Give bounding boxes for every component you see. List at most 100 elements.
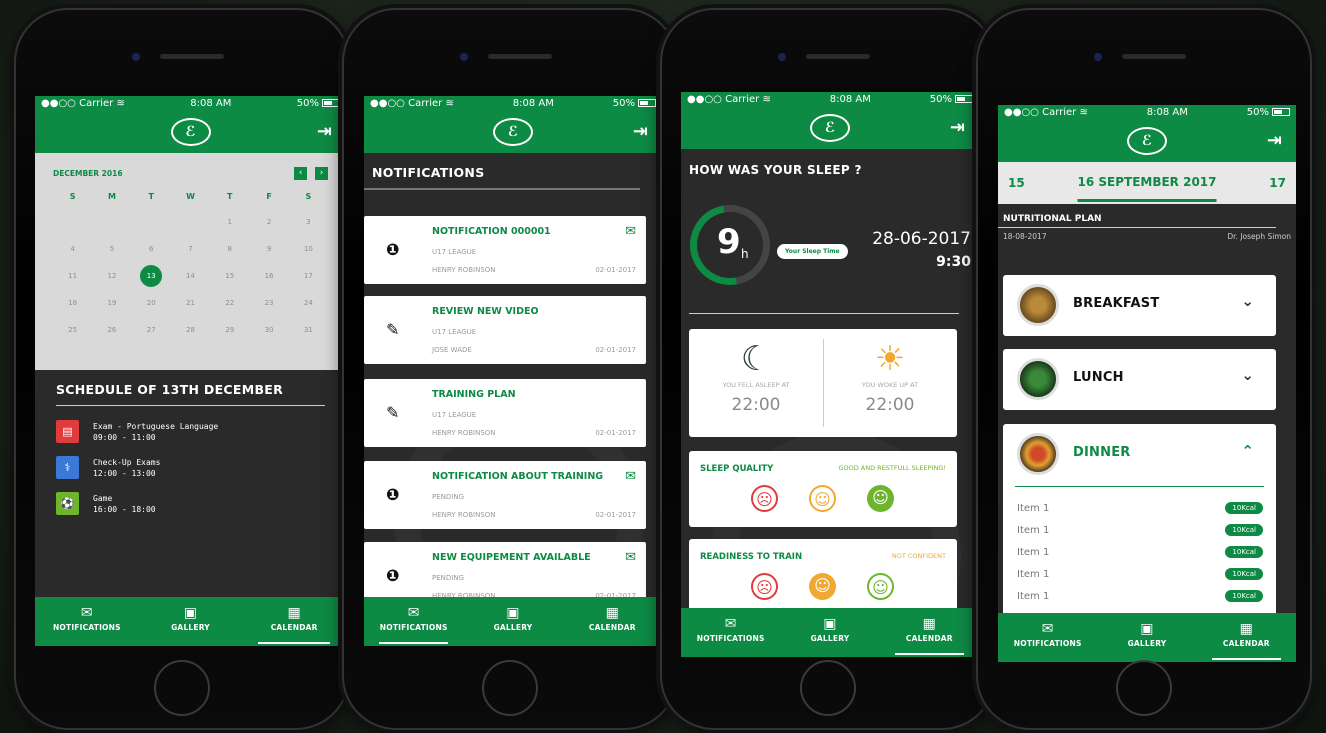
- tab-calendar[interactable]: ▦ CALENDAR: [242, 597, 346, 646]
- calendar-day[interactable]: 21: [171, 290, 210, 317]
- woke-up-label: YOU WOKE UP AT: [861, 381, 919, 389]
- schedule-event[interactable]: ▤ Exam - Portuguese Language 09:00 - 11:00: [56, 420, 325, 443]
- notification-card[interactable]: ✎ REVIEW NEW VIDEO U17 LEAGUE JOSE WADE 02-0…: [364, 296, 646, 364]
- logout-icon[interactable]: ⇥: [950, 117, 965, 138]
- happy-face-icon[interactable]: ☺: [867, 485, 894, 512]
- calendar-day[interactable]: 9: [249, 236, 288, 263]
- calendar-day[interactable]: 11: [53, 263, 92, 290]
- chevron-up-icon[interactable]: ⌃: [1241, 442, 1254, 460]
- chevron-down-icon[interactable]: ⌄: [1241, 366, 1254, 384]
- calendar-icon: ▦: [605, 605, 620, 621]
- calendar-day[interactable]: 5: [92, 236, 131, 263]
- selected-day[interactable]: 13: [132, 263, 171, 290]
- calendar-day[interactable]: 16: [249, 263, 288, 290]
- tab-notifications[interactable]: ✉ NOTIFICATIONS: [998, 613, 1097, 662]
- calendar-day[interactable]: 15: [210, 263, 249, 290]
- calendar-month: DECEMBER 2016: [53, 168, 123, 178]
- battery-level: 50%: [612, 98, 635, 109]
- calendar-day[interactable]: 12: [92, 263, 131, 290]
- calendar-day[interactable]: 24: [289, 290, 328, 317]
- fell-asleep-label: YOU FELL ASLEEP AT: [722, 381, 790, 389]
- calendar-day[interactable]: 3: [289, 209, 328, 236]
- happy-face-icon[interactable]: ☺: [867, 573, 894, 600]
- dinner-photo: [1017, 433, 1059, 475]
- speaker: [160, 54, 224, 59]
- calendar-day[interactable]: 20: [132, 290, 171, 317]
- film-icon: ▣: [1140, 621, 1154, 637]
- speaker: [806, 54, 870, 59]
- prev-date[interactable]: 15: [1008, 176, 1025, 190]
- status-bar: ●●○○ Carrier ≋ 8:08 AM 50%: [35, 96, 346, 111]
- schedule-event[interactable]: ⚕ Check-Up Exams 12:00 - 13:00: [56, 456, 325, 479]
- tab-gallery[interactable]: ▣ GALLERY: [1097, 613, 1196, 662]
- notification-card[interactable]: ✎ TRAINING PLAN U17 LEAGUE HENRY ROBINSON 02…: [364, 379, 646, 447]
- tab-notifications[interactable]: ✉ NOTIFICATIONS: [364, 597, 463, 646]
- fell-asleep-column: ☾ YOU FELL ASLEEP AT 22:00: [689, 329, 823, 437]
- weekday-header: M: [107, 192, 116, 201]
- neutral-face-icon[interactable]: ☺: [809, 573, 836, 600]
- notification-author: HENRY ROBINSON: [432, 266, 496, 274]
- envelope-icon: ✉: [625, 469, 636, 484]
- tab-calendar[interactable]: ▦ CALENDAR: [880, 608, 979, 657]
- tab-gallery[interactable]: ▣ GALLERY: [463, 597, 562, 646]
- calendar-day[interactable]: 30: [249, 317, 288, 344]
- next-month-button[interactable]: ›: [315, 166, 328, 180]
- logout-icon[interactable]: ⇥: [633, 121, 648, 142]
- logout-icon[interactable]: ⇥: [1267, 130, 1282, 151]
- info-icon: ❶: [386, 485, 400, 504]
- meal-dinner[interactable]: DINNER ⌃ Item 1 10Kcal Item 1 10Kcal Item 1 1…: [1003, 424, 1276, 624]
- prev-month-button[interactable]: ‹: [294, 166, 307, 180]
- tab-notifications[interactable]: ✉ NOTIFICATIONS: [35, 597, 139, 646]
- tab-notifications[interactable]: ✉ NOTIFICATIONS: [681, 608, 780, 657]
- next-date[interactable]: 17: [1269, 176, 1286, 190]
- calendar-day[interactable]: 17: [289, 263, 328, 290]
- calendar-day[interactable]: 14: [171, 263, 210, 290]
- sun-icon: ☀: [874, 339, 906, 379]
- calendar-day[interactable]: 6: [132, 236, 171, 263]
- notification-card[interactable]: ❶ NOTIFICATION ABOUT TRAINING PENDING HENRY…: [364, 461, 646, 529]
- envelope-icon: ✉: [1041, 621, 1054, 637]
- home-button[interactable]: [154, 660, 210, 716]
- status-bar: ●●○○ Carrier ≋ 8:08 AM 50%: [998, 105, 1296, 120]
- notification-card[interactable]: ❶ NOTIFICATION 000001 U17 LEAGUE HENRY ROBI…: [364, 216, 646, 284]
- chevron-down-icon[interactable]: ⌄: [1241, 292, 1254, 310]
- calendar-day[interactable]: 1: [210, 209, 249, 236]
- calendar-day[interactable]: 10: [289, 236, 328, 263]
- home-button[interactable]: [482, 660, 538, 716]
- home-button[interactable]: [1116, 660, 1172, 716]
- sad-face-icon[interactable]: ☹: [751, 573, 778, 600]
- weekday-header: T: [227, 192, 233, 201]
- calendar-day[interactable]: 7: [171, 236, 210, 263]
- meal-breakfast[interactable]: BREAKFAST ⌄: [1003, 275, 1276, 336]
- calendar-day[interactable]: 18: [53, 290, 92, 317]
- meal-lunch[interactable]: LUNCH ⌄: [1003, 349, 1276, 410]
- tab-calendar[interactable]: ▦ CALENDAR: [1197, 613, 1296, 662]
- calendar-day[interactable]: 19: [92, 290, 131, 317]
- sleep-times-card: ☾ YOU FELL ASLEEP AT 22:00 ☀ YOU WOKE UP…: [689, 329, 957, 437]
- calendar-day[interactable]: 31: [289, 317, 328, 344]
- tab-gallery[interactable]: ▣ GALLERY: [139, 597, 243, 646]
- home-button[interactable]: [800, 660, 856, 716]
- calendar-day[interactable]: 28: [171, 317, 210, 344]
- kcal-badge: 10Kcal: [1225, 590, 1263, 602]
- neutral-face-icon[interactable]: ☺: [809, 485, 836, 512]
- calendar-day[interactable]: 8: [210, 236, 249, 263]
- notification-date: 02-01-2017: [595, 346, 636, 354]
- sad-face-icon[interactable]: ☹: [751, 485, 778, 512]
- food-item-name: Item 1: [1017, 502, 1050, 514]
- sleep-screen: ●●○○ Carrier ≋ 8:08 AM 50% ℰ ⇥ HOW WAS Y…: [681, 92, 979, 657]
- tab-calendar[interactable]: ▦ CALENDAR: [563, 597, 662, 646]
- calendar-day[interactable]: 2: [249, 209, 288, 236]
- schedule-event[interactable]: ⚽ Game 16:00 - 18:00: [56, 492, 325, 515]
- calendar-day[interactable]: 27: [132, 317, 171, 344]
- calendar-day[interactable]: 22: [210, 290, 249, 317]
- logout-icon[interactable]: ⇥: [317, 121, 332, 142]
- camera: [460, 53, 468, 61]
- calendar-day[interactable]: 29: [210, 317, 249, 344]
- calendar-day[interactable]: 4: [53, 236, 92, 263]
- calendar-day[interactable]: 23: [249, 290, 288, 317]
- notification-author: HENRY ROBINSON: [432, 429, 496, 437]
- calendar-day[interactable]: 26: [92, 317, 131, 344]
- tab-gallery[interactable]: ▣ GALLERY: [780, 608, 879, 657]
- calendar-day[interactable]: 25: [53, 317, 92, 344]
